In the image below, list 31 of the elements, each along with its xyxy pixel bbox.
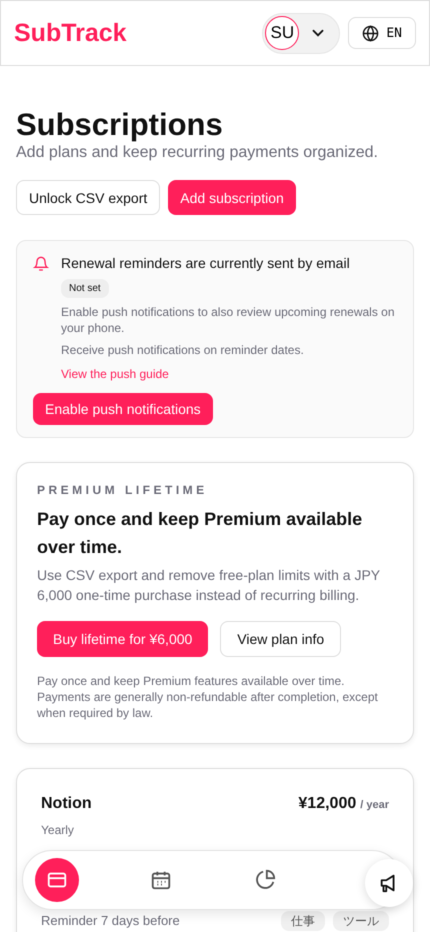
status-badge: Not set [61, 279, 109, 298]
account-menu-button[interactable]: SU [262, 12, 340, 54]
tag: ツール [333, 911, 389, 931]
calendar-icon [150, 869, 172, 891]
plan-info-button[interactable]: View plan info [220, 621, 342, 657]
unlock-button[interactable]: Unlock CSV export [16, 180, 160, 215]
language-button[interactable]: EN [348, 17, 416, 49]
enable-push-button[interactable]: Enable push notifications [33, 393, 213, 425]
price-period: / year [360, 799, 389, 811]
premium-description: Use CSV export and remove free-plan limits with a JPY 6,000 one-time purchase instead of recurring billing. [37, 566, 381, 605]
notice-title: Renewal reminders are currently sent by email [61, 255, 350, 271]
card-tab[interactable] [35, 858, 79, 902]
pie-chart-icon [254, 869, 276, 891]
push-guide-link[interactable]: View the push guide [61, 367, 169, 381]
buy-button[interactable]: Buy lifetime for ¥6,000 [37, 621, 208, 657]
bell-icon [33, 256, 49, 272]
page-subtitle: Add plans and keep recurring payments organized. [16, 144, 379, 162]
premium-title: Pay once and keep Premium available over time. [37, 508, 364, 559]
reminder-text: Reminder 7 days before [41, 914, 180, 928]
notice-text: Receive push notifications on reminder dates. [61, 342, 304, 358]
app-logo[interactable]: SubTrack [14, 18, 127, 48]
premium-note: Pay once and keep Premium features available over time. Payments are generally non-refundable after completion, except when required by law. [37, 673, 379, 721]
premium-eyebrow: PREMIUM LIFETIME [37, 483, 209, 497]
globe-icon [362, 24, 380, 42]
add-button[interactable]: Add subscription [168, 180, 296, 215]
subscription-name: Notion [41, 795, 93, 813]
notice-text: Enable push notifications to also review upcoming renewals on your phone. [61, 304, 396, 336]
subscription-price: ¥12,000 [298, 795, 356, 813]
page-title: Subscriptions [16, 106, 224, 144]
billing-cycle: Yearly [41, 823, 75, 837]
tag: 仕事 [281, 911, 325, 931]
